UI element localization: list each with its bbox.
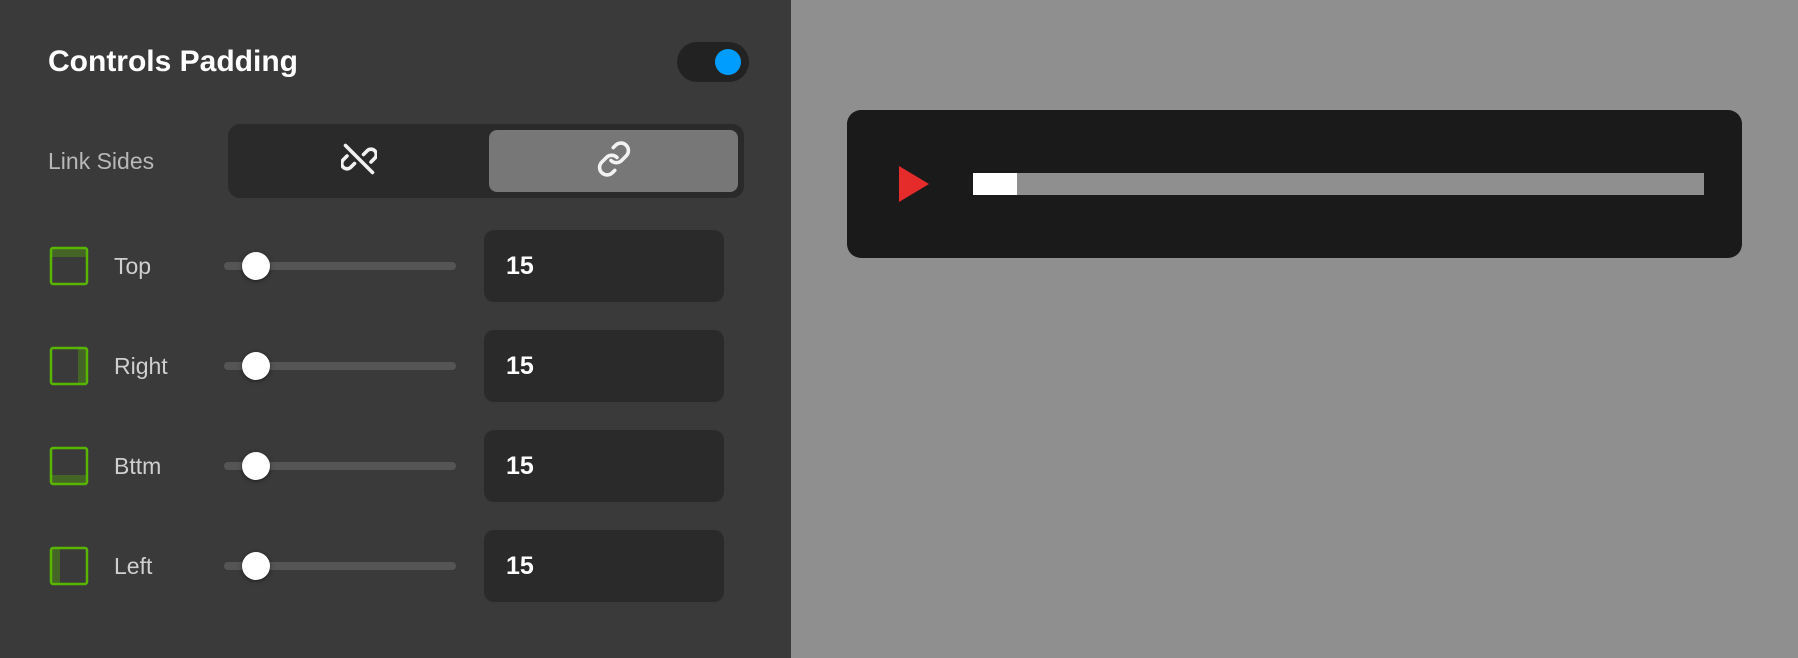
padding-bottom-input[interactable]: [484, 452, 841, 481]
padding-left-slider[interactable]: [224, 562, 456, 570]
padding-top-input[interactable]: [484, 252, 841, 281]
padding-bottom-row: Bttm px: [48, 430, 749, 502]
panel-header: Controls Padding: [48, 42, 749, 82]
controls-padding-panel: Controls Padding Link Sides: [0, 0, 791, 658]
padding-left-label: Left: [114, 553, 224, 580]
slider-thumb[interactable]: [242, 352, 270, 380]
play-button[interactable]: [899, 166, 929, 202]
padding-bottom-label: Bttm: [114, 453, 224, 480]
link-sides-button[interactable]: [489, 130, 738, 192]
padding-top-slider[interactable]: [224, 262, 456, 270]
slider-thumb[interactable]: [242, 252, 270, 280]
padding-left-input[interactable]: [484, 552, 841, 581]
padding-left-row: Left px: [48, 530, 749, 602]
padding-right-row: Right px: [48, 330, 749, 402]
unlink-sides-button[interactable]: [234, 130, 483, 192]
panel-title: Controls Padding: [48, 45, 298, 79]
padding-bottom-icon: [48, 445, 90, 487]
padding-right-label: Right: [114, 353, 224, 380]
link-sides-label: Link Sides: [48, 148, 228, 175]
video-controls-preview: [847, 110, 1742, 258]
slider-thumb[interactable]: [242, 552, 270, 580]
toggle-knob: [715, 49, 741, 75]
padding-top-value-box: px: [484, 230, 724, 302]
padding-right-icon: [48, 345, 90, 387]
link-sides-row: Link Sides: [48, 124, 749, 198]
link-sides-segmented: [228, 124, 744, 198]
padding-left-value-box: px: [484, 530, 724, 602]
padding-right-input[interactable]: [484, 352, 841, 381]
unlink-icon: [341, 141, 377, 182]
controls-padding-toggle[interactable]: [677, 42, 749, 82]
link-icon: [596, 141, 632, 182]
padding-bottom-value-box: px: [484, 430, 724, 502]
progress-bar[interactable]: [973, 173, 1704, 195]
padding-bottom-slider[interactable]: [224, 462, 456, 470]
preview-canvas: [791, 0, 1798, 658]
padding-top-row: Top px: [48, 230, 749, 302]
padding-right-slider[interactable]: [224, 362, 456, 370]
padding-left-icon: [48, 545, 90, 587]
slider-thumb[interactable]: [242, 452, 270, 480]
padding-top-label: Top: [114, 253, 224, 280]
padding-right-value-box: px: [484, 330, 724, 402]
progress-fill: [973, 173, 1017, 195]
padding-top-icon: [48, 245, 90, 287]
